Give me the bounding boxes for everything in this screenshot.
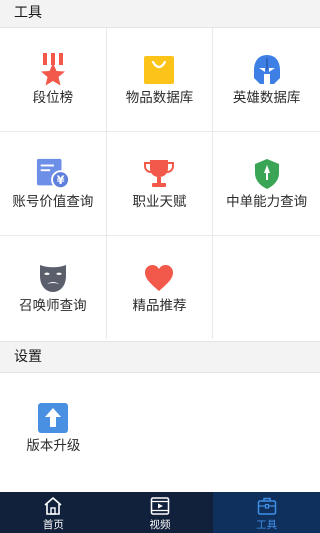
tool-item-label: 英雄数据库 [232, 90, 301, 106]
trophy-icon [142, 157, 176, 191]
tool-item-hero-database[interactable]: 英雄数据库 [213, 28, 320, 131]
tools-row: ¥ 账号价值查询 职业天赋 中单能力查询 [0, 132, 320, 236]
empty-cell [107, 373, 214, 493]
tool-item-label: 中单能力查询 [226, 194, 308, 210]
empty-cell [213, 373, 320, 493]
tool-item-mid-lane[interactable]: 中单能力查询 [213, 132, 320, 235]
settings-item-upgrade[interactable]: 版本升级 [0, 373, 107, 493]
helmet-icon [250, 53, 284, 87]
heart-icon [142, 261, 176, 295]
tool-item-rank[interactable]: 段位榜 [0, 28, 107, 131]
upgrade-arrow-icon [36, 401, 70, 435]
tool-item-career-talent[interactable]: 职业天赋 [107, 132, 214, 235]
tab-home[interactable]: 首页 [0, 492, 107, 533]
tool-item-label: 召唤师查询 [19, 298, 87, 314]
tab-video[interactable]: 视频 [107, 492, 214, 533]
tools-section-header: 工具 [0, 0, 320, 27]
tool-item-recommend[interactable]: 精品推荐 [107, 236, 214, 339]
toolbox-icon [257, 496, 277, 516]
tool-item-account-value[interactable]: ¥ 账号价值查询 [0, 132, 107, 235]
svg-text:¥: ¥ [56, 173, 64, 187]
tool-item-label: 职业天赋 [132, 194, 187, 210]
settings-section-header: 设置 [0, 342, 320, 372]
tab-label: 视频 [149, 519, 171, 531]
settings-item-label: 版本升级 [26, 438, 81, 454]
video-icon [150, 496, 170, 516]
home-icon [43, 496, 63, 516]
tool-item-label: 段位榜 [32, 90, 74, 106]
tools-grid: 段位榜 物品数据库 英雄数据库 ¥ 账号价值查询 职业天赋 中单能力查询 召唤师… [0, 27, 320, 342]
tools-row: 召唤师查询 精品推荐 [0, 236, 320, 340]
shopping-bag-icon [142, 53, 176, 87]
empty-cell [213, 236, 320, 339]
shield-icon [250, 157, 284, 191]
tools-section-title: 工具 [14, 5, 42, 21]
tab-label: 工具 [256, 519, 278, 531]
tab-tools[interactable]: 工具 [213, 492, 320, 533]
rank-medal-icon [36, 53, 70, 87]
settings-section-title: 设置 [14, 349, 42, 365]
tools-row: 段位榜 物品数据库 英雄数据库 [0, 28, 320, 132]
tool-item-summoner[interactable]: 召唤师查询 [0, 236, 107, 339]
tool-item-label: 账号价值查询 [12, 194, 94, 210]
settings-row: 版本升级 [0, 373, 320, 493]
bottom-tab-bar: 首页 视频 工具 [0, 492, 320, 533]
tool-item-label: 物品数据库 [125, 90, 194, 106]
mask-icon [36, 261, 70, 295]
tool-item-item-database[interactable]: 物品数据库 [107, 28, 214, 131]
tab-label: 首页 [42, 519, 64, 531]
account-value-icon: ¥ [36, 157, 70, 191]
settings-grid: 版本升级 [0, 372, 320, 492]
tool-item-label: 精品推荐 [132, 298, 187, 314]
